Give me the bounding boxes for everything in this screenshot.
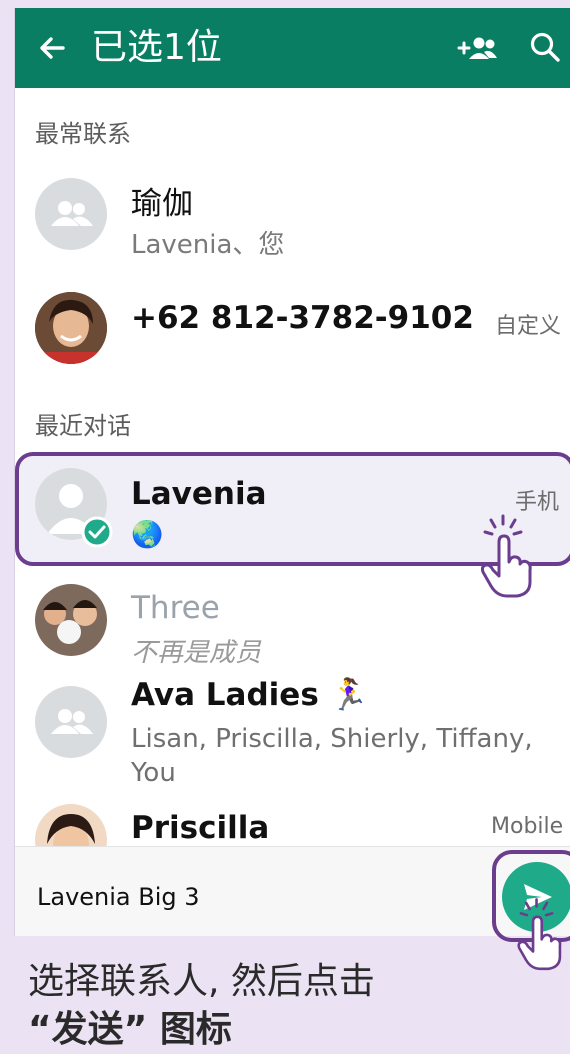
phone-screen: 已选1位 最常联系 瑜伽 Lavenia、您 +62 812-3782-9102… <box>14 8 570 936</box>
contact-row-ava-ladies[interactable]: Ava Ladies 🏃‍♀️ Lisan, Priscilla, Shierl… <box>15 668 570 788</box>
contact-row-phone[interactable]: +62 812-3782-9102 自定义 <box>15 278 570 388</box>
contact-type-label: 自定义 <box>495 314 562 339</box>
selected-contacts-list: Lavenia Big 3 <box>37 883 200 911</box>
contact-subtitle: Lavenia、您 <box>131 230 285 260</box>
contact-row-yoga[interactable]: 瑜伽 Lavenia、您 <box>15 158 570 270</box>
contact-photo-avatar <box>35 292 107 364</box>
group-icon <box>51 201 93 226</box>
contact-name: Three <box>131 590 220 626</box>
selection-count-title: 已选1位 <box>91 27 222 68</box>
contact-name: +62 812-3782-9102 <box>131 300 474 336</box>
add-group-icon[interactable] <box>455 30 499 66</box>
selected-check-icon <box>81 516 113 548</box>
section-header-frequent: 最常联系 <box>35 120 131 148</box>
caption-line-1: 选择联系人, 然后点击 <box>28 961 375 1002</box>
search-icon[interactable] <box>527 28 563 68</box>
contact-row-three[interactable]: Three 不再是成员 <box>15 578 570 668</box>
section-header-recent: 最近对话 <box>35 412 131 440</box>
arrow-left-icon[interactable] <box>33 28 73 68</box>
selected-contacts-bar: Lavenia Big 3 <box>15 846 570 936</box>
caption-line-2: “发送” 图标 <box>28 1009 232 1050</box>
group-photo-icon <box>35 584 107 656</box>
instruction-caption: 选择联系人, 然后点击 “发送” 图标 <box>28 958 568 1054</box>
contact-subtitle: 不再是成员 <box>131 638 262 668</box>
app-bar: 已选1位 <box>15 8 570 88</box>
group-avatar <box>35 178 107 250</box>
contact-name: Priscilla <box>131 810 270 846</box>
person-photo-icon <box>35 292 107 364</box>
group-photo-avatar <box>35 584 107 656</box>
contact-name: Lavenia <box>131 476 267 512</box>
group-avatar <box>35 686 107 758</box>
contact-row-lavenia[interactable]: Lavenia 🌏 手机 <box>15 460 570 598</box>
contact-type-label: Mobile <box>491 814 564 839</box>
contact-subtitle: Lisan, Priscilla, Shierly, Tiffany, You <box>131 724 533 788</box>
contact-name: 瑜伽 <box>131 186 193 222</box>
contact-status-emoji: 🌏 <box>131 520 164 550</box>
contact-name: Ava Ladies 🏃‍♀️ <box>131 677 369 713</box>
group-icon <box>51 709 93 734</box>
